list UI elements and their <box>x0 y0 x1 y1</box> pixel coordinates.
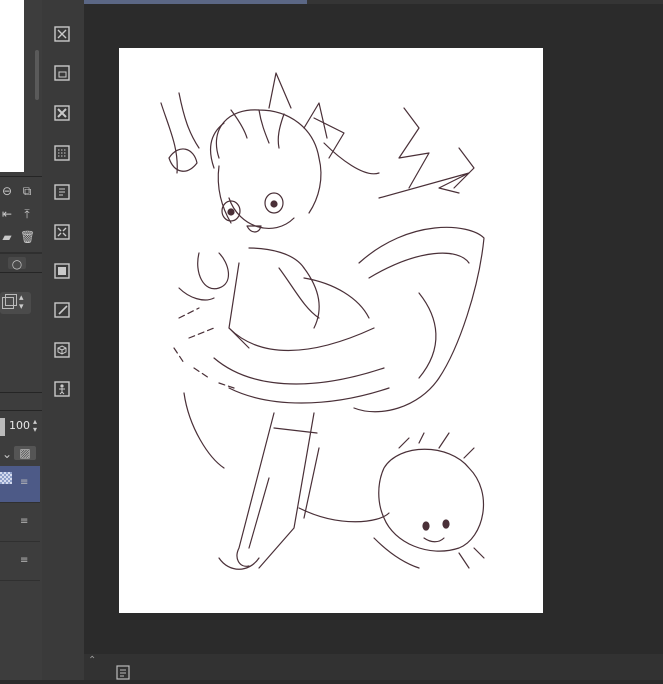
panel-divider <box>0 252 42 254</box>
delete-layer-icon[interactable]: 🗑 <box>20 230 35 244</box>
panel-divider <box>0 176 42 177</box>
layer-figure-icon[interactable] <box>52 379 72 399</box>
layer-reference-icon[interactable] <box>52 182 72 202</box>
lock-chevron-icon[interactable]: ⌄ <box>0 447 14 461</box>
lock-transparent-icon[interactable]: ▨ <box>14 446 36 460</box>
new-folder-icon[interactable]: ▰ <box>0 230 14 244</box>
opacity-stepper[interactable]: ▴ ▾ <box>33 418 37 434</box>
layer-thumbnail <box>0 472 12 484</box>
layer-menu-icon[interactable]: ≡ <box>20 554 28 568</box>
chevron-up-icon[interactable]: ⌃ <box>88 655 96 666</box>
navigator-scrollbar[interactable] <box>35 50 39 100</box>
blend-mode-select[interactable]: ▴ ▾ <box>0 292 31 314</box>
panel-divider <box>0 272 42 273</box>
layer-edit-icon[interactable] <box>52 300 72 320</box>
flip-horizontal-icon[interactable]: ⇤ <box>0 207 14 221</box>
lasso-icon[interactable]: ○ <box>8 257 26 271</box>
layer-toggle-icon[interactable] <box>52 24 72 44</box>
layer-clear-icon[interactable] <box>52 103 72 123</box>
opacity-value[interactable]: 100 <box>9 416 33 436</box>
layer-menu-icon[interactable]: ≡ <box>20 515 28 529</box>
layer-fill-icon[interactable] <box>52 261 72 281</box>
layer-mask-icon[interactable] <box>52 143 72 163</box>
left-panel: ⊖ ⧉ ⇤ ⤒ ▰ 🗑 ○ ▴ ▾ 100 ▴ ▾ ⌄ ▨ ≡ ≡ ≡ <box>0 0 42 680</box>
chevron-updown-icon: ▴ ▾ <box>19 293 24 312</box>
layer-row[interactable]: ≡ <box>0 505 40 542</box>
opacity-slider[interactable] <box>0 418 5 436</box>
status-bar <box>84 654 663 680</box>
sketch-drawing <box>160 72 485 570</box>
flip-vertical-icon[interactable]: ⤒ <box>20 207 34 221</box>
layer-row-selected[interactable]: ≡ <box>0 466 40 503</box>
canvas-sheet-icon[interactable] <box>116 665 130 680</box>
layer-3d-icon[interactable] <box>52 340 72 360</box>
panel-divider <box>0 410 42 411</box>
blend-mode-icon <box>2 297 14 309</box>
layer-transform-icon[interactable] <box>52 222 72 242</box>
canvas-paper[interactable] <box>119 48 543 613</box>
layer-menu-icon[interactable]: ≡ <box>20 476 28 490</box>
navigator-fit-icon[interactable]: ⧉ <box>20 184 34 198</box>
navigator-rotate-icon[interactable]: ⊖ <box>0 184 14 198</box>
layer-ruler-icon[interactable] <box>52 63 72 83</box>
navigator-preview[interactable] <box>0 0 24 172</box>
panel-divider <box>0 392 42 393</box>
layer-row[interactable]: ≡ <box>0 544 40 581</box>
